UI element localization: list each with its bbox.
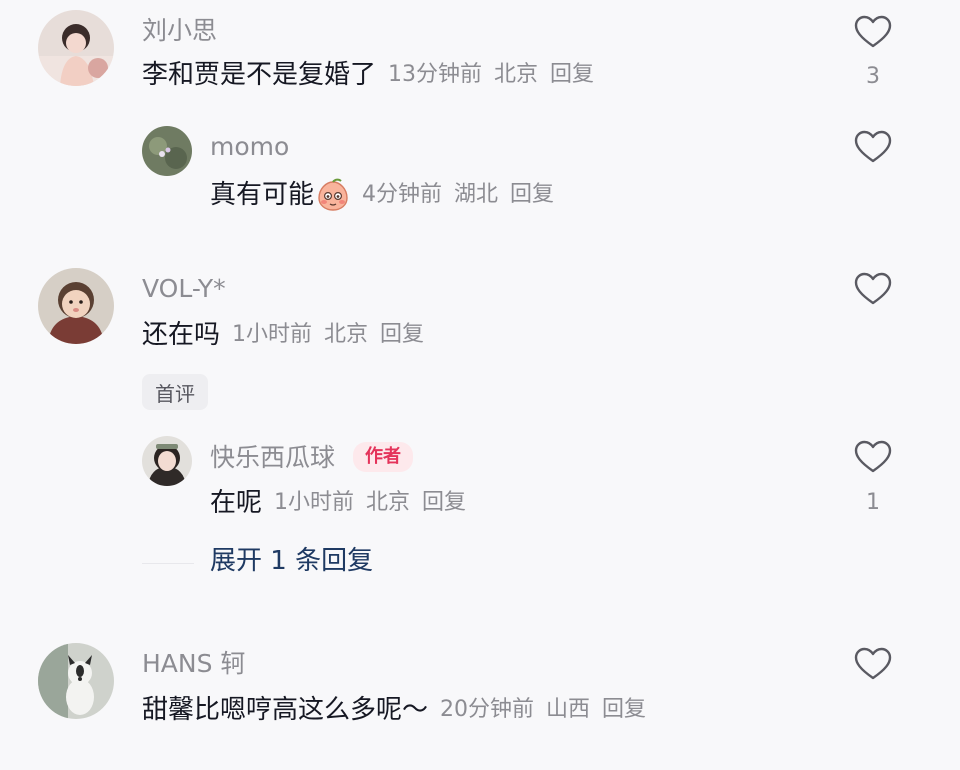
like-button[interactable] bbox=[854, 15, 892, 49]
like-count: 1 bbox=[866, 490, 880, 515]
avatar[interactable] bbox=[142, 126, 192, 176]
comment-text: 还在吗 bbox=[142, 320, 221, 350]
heart-outline-icon bbox=[854, 15, 892, 48]
comment-text: 甜馨比嗯哼高这么多呢～ bbox=[142, 695, 429, 725]
avatar[interactable] bbox=[142, 436, 192, 486]
heart-outline-icon bbox=[854, 130, 892, 163]
avatar-image bbox=[142, 126, 192, 176]
expand-divider bbox=[142, 563, 194, 564]
comment-line: 在呢 1小时前 北京 回复 bbox=[210, 490, 466, 516]
comment-location: 北京 bbox=[324, 322, 369, 347]
like-button[interactable] bbox=[854, 272, 892, 306]
comment-time: 1小时前 bbox=[232, 322, 313, 347]
comment-line: 甜馨比嗯哼高这么多呢～ 20分钟前 山西 回复 bbox=[142, 697, 646, 723]
reply-button[interactable]: 回复 bbox=[380, 324, 424, 346]
avatar[interactable] bbox=[38, 268, 114, 344]
avatar[interactable] bbox=[38, 10, 114, 86]
commenter-name[interactable]: VOL-Y* bbox=[142, 276, 226, 301]
commenter-name-row: 快乐西瓜球 作者 bbox=[210, 441, 414, 473]
comment-line: 李和贾是不是复婚了 13分钟前 北京 回复 bbox=[142, 62, 594, 88]
blushing-peach-emoji bbox=[318, 178, 348, 211]
comment-time: 13分钟前 bbox=[388, 62, 483, 87]
comment-location: 山西 bbox=[546, 697, 591, 722]
comment-text: 在呢 bbox=[210, 488, 263, 518]
author-badge: 作者 bbox=[353, 442, 414, 472]
like-count: 3 bbox=[866, 64, 880, 89]
like-button[interactable] bbox=[854, 440, 892, 474]
avatar-image bbox=[38, 268, 114, 344]
comment-location: 湖北 bbox=[454, 182, 499, 207]
comment-time: 20分钟前 bbox=[440, 697, 535, 722]
avatar-image bbox=[142, 436, 192, 486]
comment-location: 北京 bbox=[366, 490, 411, 515]
commenter-name[interactable]: 快乐西瓜球 bbox=[210, 445, 335, 470]
like-button[interactable] bbox=[854, 647, 892, 681]
comment-time: 1小时前 bbox=[274, 490, 355, 515]
comment-text: 真有可能 bbox=[210, 180, 315, 210]
heart-outline-icon bbox=[854, 272, 892, 305]
reply-button[interactable]: 回复 bbox=[602, 699, 646, 721]
comment-line: 真有可能 4分钟前 湖北 回复 bbox=[210, 178, 554, 212]
reply-button[interactable]: 回复 bbox=[510, 184, 554, 206]
commenter-name[interactable]: 刘小思 bbox=[142, 18, 217, 43]
comment-location: 北京 bbox=[494, 62, 539, 87]
avatar-image bbox=[38, 10, 114, 86]
reply-button[interactable]: 回复 bbox=[550, 64, 594, 86]
commenter-name[interactable]: HANS 轲 bbox=[142, 651, 245, 676]
comment-time: 4分钟前 bbox=[362, 182, 443, 207]
reply-button[interactable]: 回复 bbox=[422, 492, 466, 514]
avatar-image bbox=[38, 643, 114, 719]
comment-line: 还在吗 1小时前 北京 回复 bbox=[142, 322, 424, 348]
expand-replies-link[interactable]: 展开 1 条回复 bbox=[210, 548, 373, 574]
like-button[interactable] bbox=[854, 130, 892, 164]
heart-outline-icon bbox=[854, 647, 892, 680]
heart-outline-icon bbox=[854, 440, 892, 473]
avatar[interactable] bbox=[38, 643, 114, 719]
comment-text: 李和贾是不是复婚了 bbox=[142, 60, 377, 90]
first-comment-badge: 首评 bbox=[142, 374, 208, 410]
commenter-name[interactable]: momo bbox=[210, 134, 289, 159]
